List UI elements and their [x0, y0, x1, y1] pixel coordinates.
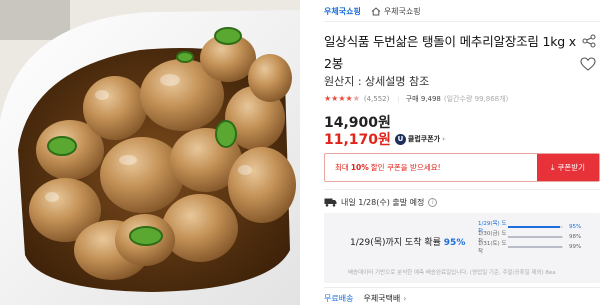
delivery-method-row: 무료배송 우체국택배 › [324, 293, 406, 304]
forecast-row-label: 1/31(토) 도착 [478, 241, 507, 255]
forecast-bar [508, 236, 563, 238]
divider [324, 189, 600, 190]
quail-eggs-photo [0, 0, 300, 305]
rating-count[interactable]: (4,552) [364, 95, 390, 103]
purchase-sub: (일간수량 99,868개) [443, 95, 509, 103]
star-icon: ★ [345, 94, 353, 103]
price-sale: 11,170원 [324, 132, 391, 148]
price-sale-row: 11,170원 U 클럽쿠폰가 › [324, 129, 445, 149]
divider [324, 287, 600, 288]
chevron-right-icon: › [442, 135, 445, 143]
forecast-main: 1/29(목)까지 도착 확률 95% [350, 235, 465, 248]
share-icon[interactable] [582, 34, 596, 48]
coupon-text: 최대 10% 할인 쿠폰을 받으세요! [325, 154, 537, 181]
product-image [0, 0, 300, 305]
forecast-row-pct: 95% [569, 224, 582, 230]
coupon-button-label: 쿠폰받기 [557, 163, 586, 172]
forecast-row: 1/31(토) 도착 99% [478, 241, 596, 255]
star-half-icon: ★ [352, 94, 360, 103]
star-icon: ★ [324, 94, 332, 103]
shipping-date: 내일 1/28(수) 출발 예정 [341, 198, 425, 207]
info-icon[interactable]: i [428, 198, 438, 207]
forecast-row-pct: 98% [569, 234, 582, 240]
forecast-bar [508, 226, 563, 228]
shipping-date-row: 내일 1/28(수) 출발 예정 i [324, 197, 438, 208]
download-icon: ⤓ [550, 162, 555, 172]
coupon-suffix: 할인 쿠폰을 받으세요! [370, 163, 441, 172]
product-info-panel: 우체국쇼핑 우체국쇼핑 일상식품 두번삶은 탱돌이 메추리알장조림 1kg x … [316, 0, 600, 305]
store-row: 우체국쇼핑 우체국쇼핑 [324, 4, 421, 18]
home-icon [371, 6, 381, 15]
purchase-count: 구매 9,498 [405, 95, 441, 103]
truck-icon [324, 198, 337, 207]
coupon-prefix: 최대 [335, 163, 349, 172]
club-coupon-badge[interactable]: U 클럽쿠폰가 › [394, 133, 445, 145]
forecast-bar-fill [508, 246, 563, 248]
forecast-bar-fill [508, 226, 561, 228]
store-link[interactable]: 우체국쇼핑 [324, 6, 361, 17]
club-label: 클럽쿠폰가 [407, 135, 441, 143]
forecast-bar [508, 246, 563, 248]
club-icon: U [394, 133, 406, 145]
product-title: 일상식품 두번삶은 탱돌이 메추리알장조림 1kg x 2봉 [324, 34, 576, 71]
coupon-box: 최대 10% 할인 쿠폰을 받으세요! ⤓ 쿠폰받기 [324, 153, 600, 182]
star-icon: ★ [338, 94, 346, 103]
divider: | [397, 95, 400, 103]
forecast-main-text: 1/29(목)까지 도착 확률 [350, 238, 441, 248]
rating-row: ★ ★ ★ ★ ★ (4,552) | 구매 9,498 (일간수량 99,86… [324, 93, 508, 105]
coupon-highlight: 10% [350, 163, 369, 172]
product-origin: 원산지 : 상세설명 참조 [324, 75, 430, 88]
divider [324, 21, 600, 22]
carrier-label[interactable]: 우체국택배 [363, 293, 400, 304]
delivery-forecast: 1/29(목)까지 도착 확률 95% 1/29(목) 도착 95% 1/30(금)… [324, 213, 600, 283]
star-rating: ★ ★ ★ ★ ★ [324, 95, 360, 103]
star-icon: ★ [331, 94, 339, 103]
forecast-bar-fill [508, 236, 562, 238]
store-tag-label: 우체국쇼핑 [383, 6, 421, 16]
coupon-download-button[interactable]: ⤓ 쿠폰받기 [537, 154, 599, 181]
chevron-down-icon: › [403, 294, 407, 303]
free-shipping-label: 무료배송 [324, 294, 354, 303]
forecast-main-pct: 95% [443, 238, 466, 248]
forecast-note: 배송데이터 기반으로 분석한 예측 배송완료일입니다. (영업일 기준, 주말/… [348, 270, 556, 276]
forecast-row-pct: 99% [569, 244, 582, 250]
forecast-table: 1/29(목) 도착 95% 1/30(금) 도착 98% 1/31(토) 도착 99% [478, 221, 596, 255]
heart-icon[interactable] [580, 57, 596, 71]
store-home-tag[interactable]: 우체국쇼핑 [371, 6, 421, 17]
